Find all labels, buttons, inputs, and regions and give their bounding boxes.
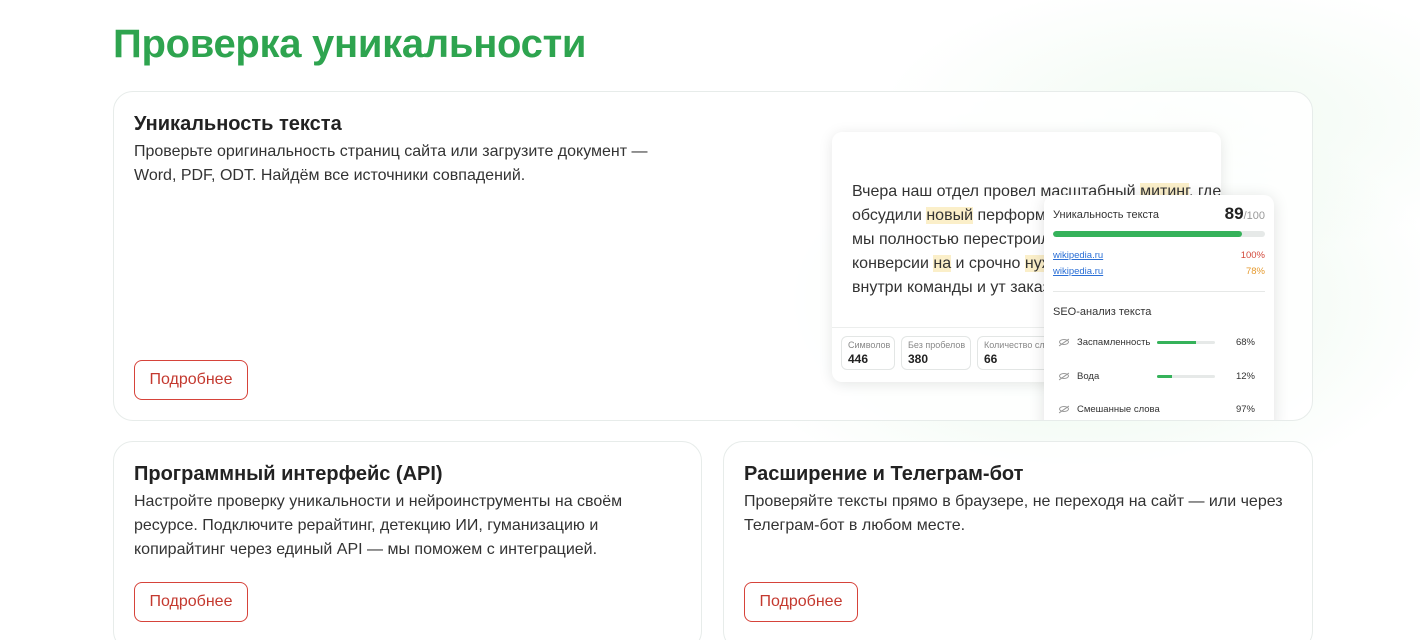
highlighted-fragment[interactable]: на bbox=[933, 255, 952, 272]
uniqueness-bar-fill bbox=[1053, 231, 1242, 237]
card-description: Настройте проверку уникальности и нейрои… bbox=[134, 493, 623, 558]
page: Проверка уникальности Уникальность текст… bbox=[0, 0, 1420, 640]
seo-metric-bar-fill bbox=[1157, 341, 1197, 344]
source-link[interactable]: wikipedia.ru bbox=[1053, 250, 1103, 261]
uniqueness-label: Уникальность текста bbox=[1053, 209, 1160, 221]
stat-label: Символов bbox=[848, 340, 891, 350]
score-max: /100 bbox=[1243, 210, 1265, 222]
more-button-api[interactable]: Подробнее bbox=[134, 582, 248, 622]
seo-row: Вода 12% bbox=[1059, 371, 1255, 385]
seo-metric-name: Вода bbox=[1077, 371, 1100, 382]
card-title: Программный интерфейс (API) bbox=[134, 463, 443, 485]
seo-title: SEO-анализ текста bbox=[1053, 306, 1152, 318]
eye-off-icon[interactable] bbox=[1059, 339, 1069, 345]
source-row: wikipedia.ru 100% bbox=[1053, 250, 1265, 261]
card-description: Проверяйте тексты прямо в браузере, не п… bbox=[744, 493, 1283, 534]
stat-label: Без пробелов bbox=[908, 340, 966, 350]
card-extension: Расширение и Телеграм-бот Проверяйте тек… bbox=[723, 441, 1313, 640]
highlighted-fragment[interactable]: новый bbox=[926, 207, 974, 224]
card-description: Проверьте оригинальность страниц сайта и… bbox=[134, 143, 648, 184]
source-percent: 100% bbox=[1240, 250, 1265, 261]
stat-chars: Символов 446 bbox=[841, 336, 895, 370]
card-title: Расширение и Телеграм-бот bbox=[744, 463, 1024, 485]
card-title: Уникальность текста bbox=[134, 113, 342, 135]
more-button-extension[interactable]: Подробнее bbox=[744, 582, 858, 622]
seo-metric-value: 12% bbox=[1235, 371, 1255, 382]
source-percent: 78% bbox=[1245, 266, 1265, 277]
result-panel: Уникальность текста 89/100 wikipedia.ru … bbox=[1044, 195, 1274, 420]
divider bbox=[1053, 291, 1265, 292]
text-fragment: и срочно bbox=[951, 255, 1025, 272]
more-button-text[interactable]: Подробнее bbox=[134, 360, 248, 400]
stat-value: 446 bbox=[848, 352, 869, 366]
seo-metric-bar bbox=[1157, 375, 1215, 378]
seo-metric-name: Смешанные слова bbox=[1077, 404, 1160, 415]
seo-metric-bar-fill bbox=[1157, 375, 1172, 378]
score-value: 89 bbox=[1224, 204, 1244, 223]
card-api: Программный интерфейс (API) Настройте пр… bbox=[113, 441, 702, 640]
stat-value: 380 bbox=[908, 352, 929, 366]
seo-metric-value: 97% bbox=[1235, 404, 1255, 415]
seo-metric-name: Заспамленность bbox=[1077, 337, 1151, 348]
seo-row: Заспамленность 68% bbox=[1059, 337, 1255, 351]
uniqueness-bar bbox=[1053, 231, 1265, 237]
card-text-uniqueness: Уникальность текста Проверьте оригинальн… bbox=[113, 91, 1313, 421]
stat-no-spaces: Без пробелов 380 bbox=[901, 336, 971, 370]
page-title: Проверка уникальности bbox=[113, 22, 587, 66]
source-link[interactable]: wikipedia.ru bbox=[1053, 266, 1103, 277]
source-row: wikipedia.ru 78% bbox=[1053, 266, 1265, 277]
eye-off-icon[interactable] bbox=[1059, 406, 1069, 412]
eye-off-icon[interactable] bbox=[1059, 373, 1069, 379]
seo-metric-bar bbox=[1157, 341, 1215, 344]
seo-metric-value: 68% bbox=[1235, 337, 1255, 348]
seo-row: Смешанные слова 97% bbox=[1059, 404, 1255, 418]
uniqueness-score: 89/100 bbox=[1225, 204, 1265, 224]
